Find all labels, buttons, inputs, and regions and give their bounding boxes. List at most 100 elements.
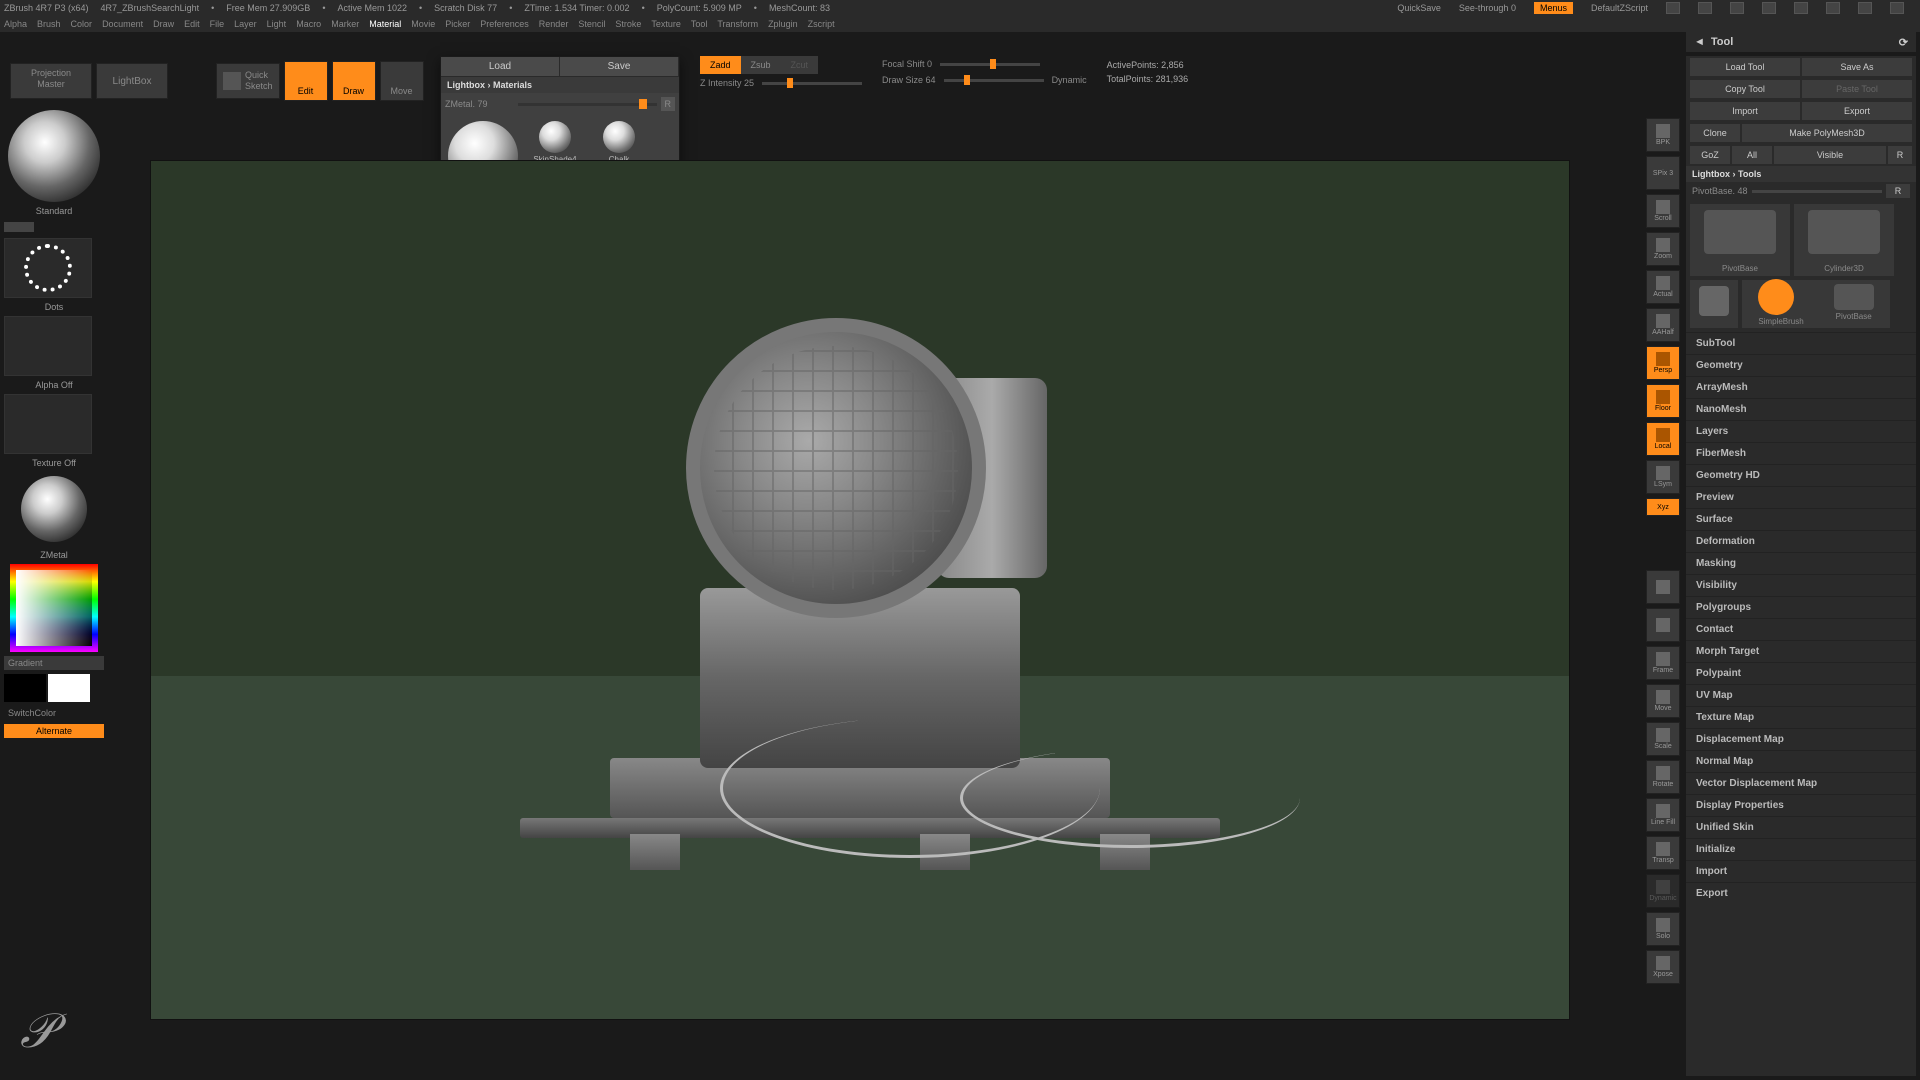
menu-stroke[interactable]: Stroke (615, 19, 641, 29)
section-surface[interactable]: Surface (1686, 508, 1916, 530)
window-icon-4[interactable] (1762, 2, 1776, 14)
dock-icon-2[interactable] (1646, 608, 1680, 642)
spix-button[interactable]: SPix 3 (1646, 156, 1680, 190)
section-fibermesh[interactable]: FiberMesh (1686, 442, 1916, 464)
tool-pivotbase2[interactable]: PivotBase (1834, 284, 1874, 321)
goz-all-button[interactable]: All (1732, 146, 1772, 164)
menu-movie[interactable]: Movie (411, 19, 435, 29)
dynamic-label[interactable]: Dynamic (1052, 75, 1087, 85)
section-visibility[interactable]: Visibility (1686, 574, 1916, 596)
menu-brush[interactable]: Brush (37, 19, 61, 29)
material-r-button[interactable]: R (661, 97, 676, 111)
palette-pin-icon[interactable]: ⟳ (1899, 36, 1908, 49)
section-geometry[interactable]: Geometry (1686, 354, 1916, 376)
material-save-button[interactable]: Save (560, 57, 679, 76)
section-polygroups[interactable]: Polygroups (1686, 596, 1916, 618)
secondary-color-swatch[interactable] (48, 674, 90, 702)
edit-mode-button[interactable]: Edit (284, 61, 328, 101)
load-tool-button[interactable]: Load Tool (1690, 58, 1800, 76)
lightbox-tools-header[interactable]: Lightbox › Tools (1686, 166, 1916, 182)
projection-master-button[interactable]: ProjectionMaster (10, 63, 92, 99)
minimize-icon[interactable] (1826, 2, 1840, 14)
rotate-view-button[interactable]: Rotate (1646, 760, 1680, 794)
scroll-button[interactable]: Scroll (1646, 194, 1680, 228)
brush-slider[interactable] (4, 222, 34, 232)
focal-shift-slider[interactable] (940, 63, 1040, 66)
focal-shift-label[interactable]: Focal Shift 0 (882, 59, 932, 69)
material-preview[interactable] (21, 476, 87, 542)
section-arraymesh[interactable]: ArrayMesh (1686, 376, 1916, 398)
lsym-button[interactable]: LSym (1646, 460, 1680, 494)
section-nanomesh[interactable]: NanoMesh (1686, 398, 1916, 420)
section-unifiedskin[interactable]: Unified Skin (1686, 816, 1916, 838)
brush-preview[interactable] (8, 110, 100, 202)
persp-button[interactable]: Persp (1646, 346, 1680, 380)
texture-box[interactable] (4, 394, 92, 454)
section-displayprops[interactable]: Display Properties (1686, 794, 1916, 816)
copy-tool-button[interactable]: Copy Tool (1690, 80, 1800, 98)
menu-texture[interactable]: Texture (651, 19, 681, 29)
menu-transform[interactable]: Transform (717, 19, 758, 29)
menu-edit[interactable]: Edit (184, 19, 200, 29)
menu-marker[interactable]: Marker (331, 19, 359, 29)
frame-button[interactable]: Frame (1646, 646, 1680, 680)
menu-picker[interactable]: Picker (445, 19, 470, 29)
window-icon-2[interactable] (1698, 2, 1712, 14)
move-view-button[interactable]: Move (1646, 684, 1680, 718)
section-masking[interactable]: Masking (1686, 552, 1916, 574)
paste-tool-button[interactable]: Paste Tool (1802, 80, 1912, 98)
bpk-button[interactable]: BPK (1646, 118, 1680, 152)
move-mode-button[interactable]: Move (380, 61, 424, 101)
pivot-slider-label[interactable]: PivotBase. 48 (1692, 186, 1748, 196)
menu-zscript[interactable]: Zscript (808, 19, 835, 29)
draw-size-slider[interactable] (944, 79, 1044, 82)
section-morphtarget[interactable]: Morph Target (1686, 640, 1916, 662)
material-skinshade[interactable]: SkinShade4 (527, 121, 583, 164)
z-intensity-label[interactable]: Z Intensity 25 (700, 78, 754, 88)
window-icon-3[interactable] (1730, 2, 1744, 14)
section-layers[interactable]: Layers (1686, 420, 1916, 442)
aahalf-button[interactable]: AAHalf (1646, 308, 1680, 342)
local-button[interactable]: Local (1646, 422, 1680, 456)
section-subtool[interactable]: SubTool (1686, 332, 1916, 354)
section-displacement[interactable]: Displacement Map (1686, 728, 1916, 750)
zsub-button[interactable]: Zsub (741, 56, 781, 74)
tool-pivotbase[interactable]: PivotBase (1690, 204, 1790, 276)
xpose-button[interactable]: Xpose (1646, 950, 1680, 984)
xyz-button[interactable]: Xyz (1646, 498, 1680, 516)
viewport-canvas[interactable] (150, 160, 1570, 1020)
section-deformation[interactable]: Deformation (1686, 530, 1916, 552)
seethrough[interactable]: See-through 0 (1459, 3, 1516, 13)
solo-button[interactable]: Solo (1646, 912, 1680, 946)
export-button[interactable]: Export (1802, 102, 1912, 120)
section-import[interactable]: Import (1686, 860, 1916, 882)
dynamic-button[interactable]: Dynamic (1646, 874, 1680, 908)
goz-button[interactable]: GoZ (1690, 146, 1730, 164)
save-as-button[interactable]: Save As (1802, 58, 1912, 76)
gradient-button[interactable]: Gradient (4, 656, 104, 670)
material-load-button[interactable]: Load (441, 57, 560, 76)
zcut-button[interactable]: Zcut (781, 56, 819, 74)
alpha-box[interactable] (4, 316, 92, 376)
pivot-slider[interactable] (1752, 190, 1882, 193)
section-vectordisp[interactable]: Vector Displacement Map (1686, 772, 1916, 794)
menu-preferences[interactable]: Preferences (480, 19, 529, 29)
linefill-button[interactable]: Line Fill (1646, 798, 1680, 832)
transp-button[interactable]: Transp (1646, 836, 1680, 870)
actual-button[interactable]: Actual (1646, 270, 1680, 304)
menu-zplugin[interactable]: Zplugin (768, 19, 798, 29)
make-polymesh-button[interactable]: Make PolyMesh3D (1742, 124, 1912, 142)
menu-macro[interactable]: Macro (296, 19, 321, 29)
section-export[interactable]: Export (1686, 882, 1916, 904)
scale-view-button[interactable]: Scale (1646, 722, 1680, 756)
tool-palette-header[interactable]: ◄ Tool ⟳ (1686, 32, 1916, 52)
section-polypaint[interactable]: Polypaint (1686, 662, 1916, 684)
stroke-preview[interactable] (4, 238, 92, 298)
draw-mode-button[interactable]: Draw (332, 61, 376, 101)
tool-simplebrush[interactable]: SimpleBrush (1758, 279, 1803, 326)
alternate-button[interactable]: Alternate (4, 724, 104, 738)
clone-button[interactable]: Clone (1690, 124, 1740, 142)
import-button[interactable]: Import (1690, 102, 1800, 120)
menu-file[interactable]: File (210, 19, 225, 29)
palette-close-icon[interactable]: ◄ (1694, 36, 1705, 48)
